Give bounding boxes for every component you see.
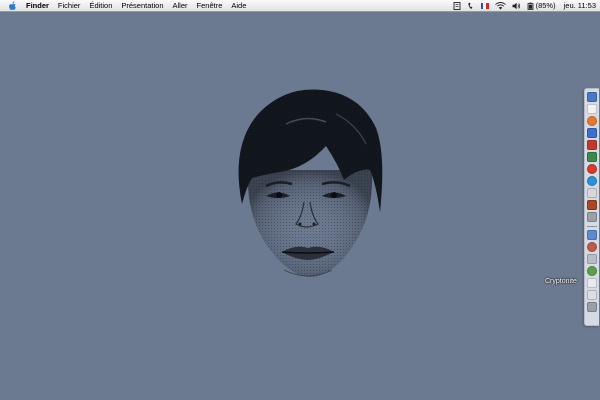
phone-icon	[468, 2, 473, 9]
menu-fichier[interactable]: Fichier	[58, 0, 81, 11]
dock-firefox-icon[interactable]	[587, 116, 597, 126]
dock-doc-icon[interactable]	[587, 230, 597, 240]
dock-app-icon[interactable]	[587, 200, 597, 210]
phone-menu-extra[interactable]	[467, 2, 475, 10]
input-menu-extra[interactable]	[480, 2, 489, 9]
dock-system-prefs-icon[interactable]	[587, 212, 597, 222]
volume-icon	[512, 2, 520, 9]
dock-folder-2-icon[interactable]	[587, 290, 597, 300]
dock-safari-icon[interactable]	[587, 164, 597, 174]
dock	[584, 88, 599, 326]
wifi-menu-extra[interactable]	[494, 1, 506, 10]
wifi-icon	[494, 1, 506, 9]
battery-percentage: (85%)	[535, 1, 556, 10]
dock-separator	[587, 226, 597, 227]
volume-menu-extra[interactable]	[512, 2, 521, 10]
menu-bar: Finder Fichier Édition Présentation Alle…	[0, 0, 600, 12]
display-icon	[453, 1, 461, 10]
menu-aide[interactable]: Aide	[231, 0, 246, 11]
french-flag-icon	[480, 2, 489, 9]
menu-extras: (85%) jeu. 11:53	[447, 0, 600, 11]
display-menu-extra[interactable]	[453, 1, 461, 10]
dock-printer-icon[interactable]	[587, 254, 597, 264]
menu-presentation[interactable]: Présentation	[121, 0, 163, 11]
desktop-portrait-image	[238, 89, 383, 277]
dock-notes-icon[interactable]	[587, 104, 597, 114]
dock-folder-icon[interactable]	[587, 278, 597, 288]
dock-quicktime-icon[interactable]	[587, 176, 597, 186]
dock-itunes-icon[interactable]	[587, 152, 597, 162]
clock[interactable]: jeu. 11:53	[564, 1, 596, 10]
dock-user-icon[interactable]	[587, 242, 597, 252]
dock-preview-icon[interactable]	[587, 188, 597, 198]
dock-hover-label: Cryptonite	[545, 278, 577, 285]
apple-icon	[9, 1, 16, 10]
dock-ical-icon[interactable]	[587, 140, 597, 150]
menu-aller[interactable]: Aller	[173, 0, 188, 11]
menu-fenetre[interactable]: Fenêtre	[197, 0, 223, 11]
apple-menu[interactable]	[8, 1, 18, 11]
dock-mail-icon[interactable]	[587, 128, 597, 138]
dock-finder-icon[interactable]	[587, 92, 597, 102]
battery-menu-extra[interactable]: (85%)	[527, 1, 556, 10]
dock-trash-icon[interactable]	[587, 302, 597, 312]
menu-edition[interactable]: Édition	[89, 0, 112, 11]
menu-finder[interactable]: Finder	[26, 0, 49, 11]
dock-cryptonite-icon[interactable]	[587, 266, 597, 276]
battery-icon	[527, 2, 533, 10]
